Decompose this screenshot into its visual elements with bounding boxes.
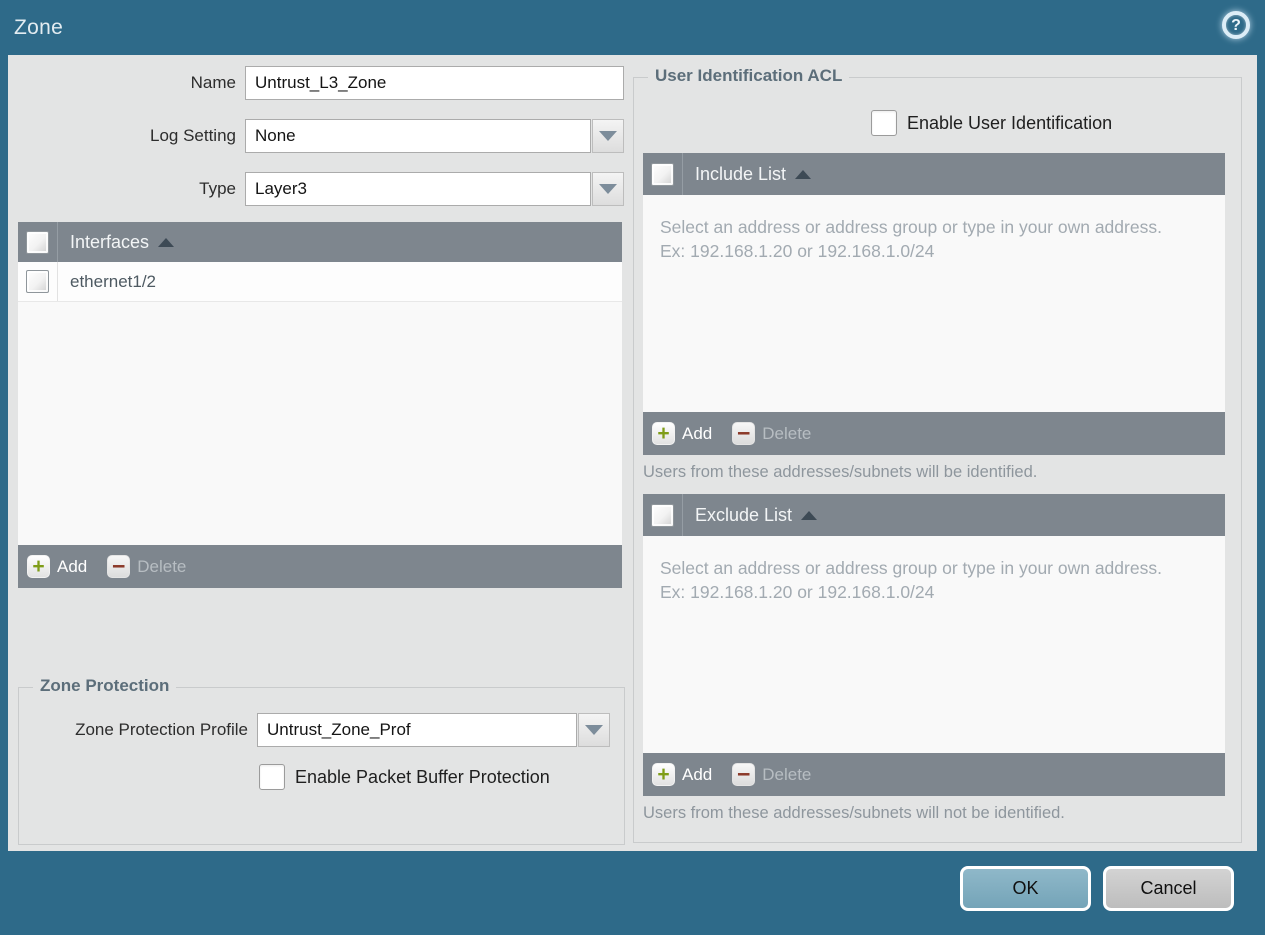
select-all-checkbox-cell (18, 222, 58, 262)
exclude-list-header: Exclude List (643, 494, 1225, 536)
add-icon: + (652, 422, 675, 445)
include-list-footer: + Add − Delete (643, 412, 1225, 455)
select-all-checkbox-cell (643, 153, 683, 195)
include-list-caption: Users from these addresses/subnets will … (643, 463, 1038, 481)
log-setting-dropdown (245, 119, 624, 153)
exclude-list-caption: Users from these addresses/subnets will … (643, 804, 1065, 822)
log-setting-label: Log Setting (149, 126, 236, 145)
interface-name: ethernet1/2 (70, 271, 157, 291)
include-list-body[interactable]: Select an address or address group or ty… (643, 195, 1225, 412)
exclude-list-body[interactable]: Select an address or address group or ty… (643, 536, 1225, 753)
exclude-list-placeholder: Select an address or address group or ty… (660, 558, 1162, 602)
chevron-down-icon (599, 131, 617, 141)
help-icon[interactable]: ? (1222, 11, 1250, 39)
enable-user-identification-checkbox[interactable] (871, 110, 897, 136)
type-dropdown (245, 172, 624, 206)
interfaces-table-body: ethernet1/2 (18, 262, 622, 545)
include-list-header: Include List (643, 153, 1225, 195)
enable-user-identification-label: Enable User Identification (907, 112, 1113, 133)
page-title: Zone (14, 16, 64, 39)
select-all-checkbox[interactable] (651, 503, 674, 527)
zone-protection-legend: Zone Protection (33, 676, 177, 696)
sort-asc-icon[interactable] (158, 237, 175, 247)
ok-button[interactable]: OK (960, 866, 1091, 911)
log-setting-input[interactable] (245, 119, 591, 153)
packet-buffer-protection-checkbox[interactable] (259, 764, 285, 790)
sort-asc-icon[interactable] (795, 169, 812, 179)
packet-buffer-protection-label: Enable Packet Buffer Protection (295, 766, 550, 787)
dialog-titlebar: Zone ? (0, 0, 1265, 55)
zone-protection-profile-label: Zone Protection Profile (75, 720, 248, 739)
type-dropdown-button[interactable] (592, 172, 624, 206)
chevron-down-icon (585, 725, 603, 735)
select-all-checkbox[interactable] (26, 230, 49, 254)
type-input[interactable] (245, 172, 591, 206)
add-icon: + (652, 763, 675, 786)
delete-interface-button[interactable]: − Delete (107, 555, 186, 578)
add-include-button[interactable]: + Add (652, 422, 712, 445)
row-checkbox-cell (18, 262, 58, 301)
zone-protection-profile-dropdown-button[interactable] (578, 713, 610, 747)
chevron-down-icon (599, 184, 617, 194)
name-label: Name (190, 73, 236, 92)
interfaces-column-header[interactable]: Interfaces (70, 232, 149, 253)
cancel-button[interactable]: Cancel (1103, 866, 1234, 911)
table-row[interactable]: ethernet1/2 (18, 262, 622, 302)
delete-include-button[interactable]: − Delete (732, 422, 811, 445)
interfaces-table-footer: + Add − Delete (18, 545, 622, 588)
include-list-table: Include List Select an address or addres… (643, 153, 1225, 455)
exclude-list-column-header[interactable]: Exclude List (695, 505, 792, 526)
interfaces-table-header: Interfaces (18, 222, 622, 262)
select-all-checkbox-cell (643, 494, 683, 536)
include-list-placeholder: Select an address or address group or ty… (660, 217, 1162, 261)
zone-protection-profile-dropdown (257, 713, 610, 747)
delete-exclude-button[interactable]: − Delete (732, 763, 811, 786)
zone-dialog: Name Log Setting Type Interfaces (8, 55, 1257, 851)
delete-icon: − (732, 422, 756, 445)
type-label: Type (199, 179, 236, 198)
log-setting-dropdown-button[interactable] (592, 119, 624, 153)
delete-icon: − (107, 555, 131, 578)
include-list-column-header[interactable]: Include List (695, 164, 786, 185)
add-interface-button[interactable]: + Add (27, 555, 87, 578)
select-all-checkbox[interactable] (651, 162, 674, 186)
user-id-acl-legend: User Identification ACL (648, 66, 850, 86)
add-icon: + (27, 555, 50, 578)
add-exclude-button[interactable]: + Add (652, 763, 712, 786)
delete-icon: − (732, 763, 756, 786)
exclude-list-table: Exclude List Select an address or addres… (643, 494, 1225, 796)
sort-asc-icon[interactable] (801, 510, 818, 520)
zone-protection-profile-input[interactable] (257, 713, 577, 747)
exclude-list-footer: + Add − Delete (643, 753, 1225, 796)
name-input[interactable] (245, 66, 624, 100)
row-checkbox[interactable] (26, 270, 49, 293)
interfaces-table: Interfaces ethernet1/2 + Add − Delete (18, 222, 622, 588)
